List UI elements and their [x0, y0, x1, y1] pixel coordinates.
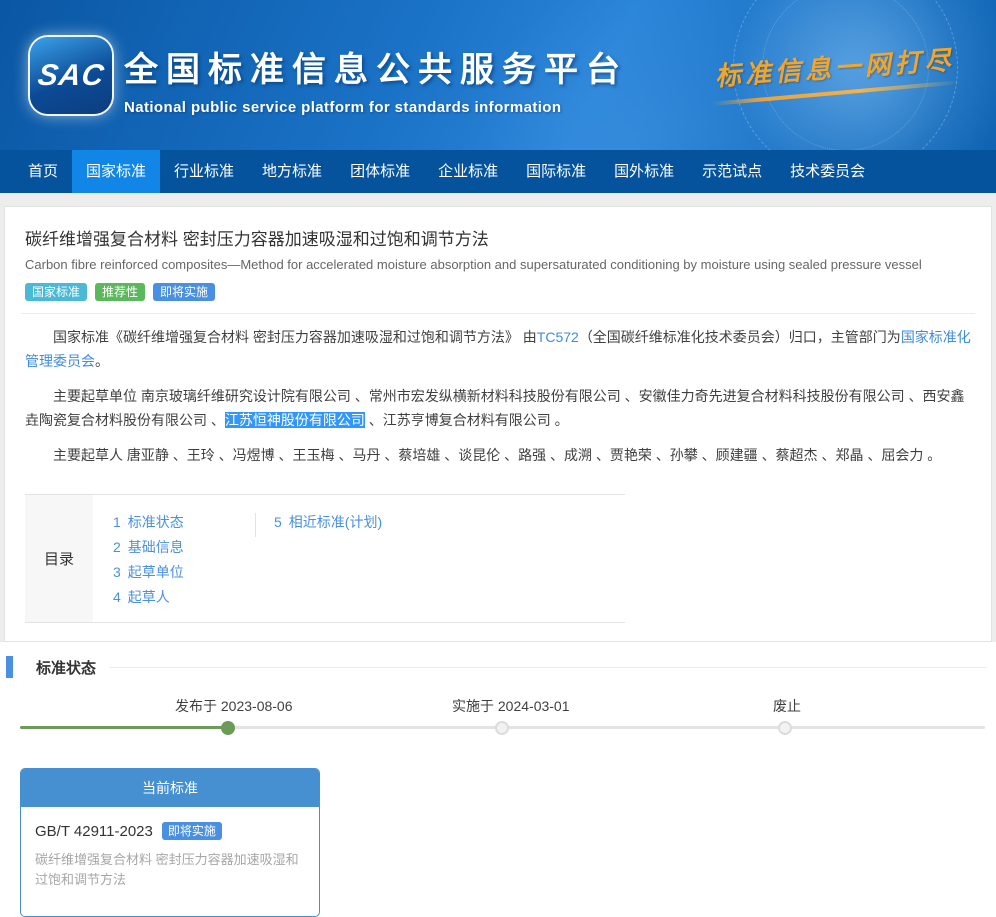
toc-item-label: 基础信息	[128, 539, 184, 555]
card-description: 碳纤维增强复合材料 密封压力容器加速吸湿和过饱和调节方法	[35, 850, 305, 890]
nav-item-group-standards[interactable]: 团体标准	[336, 150, 424, 193]
nav-item-pilot[interactable]: 示范试点	[688, 150, 776, 193]
tag-recommended: 推荐性	[95, 283, 145, 301]
site-title: 全国标准信息公共服务平台	[124, 42, 628, 91]
toc-item-label: 起草单位	[128, 564, 184, 580]
timeline-label-abolished: 废止	[773, 696, 801, 716]
divider	[21, 313, 975, 314]
toc-item-basic-info[interactable]: 2 基础信息	[113, 535, 255, 560]
tag-upcoming-implementation: 即将实施	[153, 283, 215, 301]
toc-item-label: 起草人	[128, 589, 170, 605]
toc-column-1: 1 标准状态 2 基础信息 3 起草单位 4 起草人	[113, 510, 255, 610]
nav-item-home[interactable]: 首页	[14, 150, 72, 193]
timeline-progress	[20, 726, 228, 729]
timeline-dot-abolished	[778, 721, 792, 735]
toc-item-label: 相近标准(计划)	[289, 514, 382, 530]
standard-title-en: Carbon fibre reinforced composites—Metho…	[25, 257, 975, 272]
p1-text-end: 。	[95, 353, 109, 369]
paragraph-drafters: 主要起草人 唐亚静 、王玲 、冯煜博 、王玉梅 、马丹 、蔡培雄 、谈昆伦 、路…	[25, 443, 971, 467]
current-standard-card[interactable]: 当前标准 GB/T 42911-2023 即将实施 碳纤维增强复合材料 密封压力…	[20, 768, 320, 917]
toc-item-status[interactable]: 1 标准状态	[113, 510, 255, 535]
standard-title-zh: 碳纤维增强复合材料 密封压力容器加速吸湿和过饱和调节方法	[25, 225, 975, 250]
status-section-header: 标准状态	[0, 656, 996, 678]
toc-box: 目录 1 标准状态 2 基础信息 3 起草单位 4 起草人 5 相近标准(计划)	[25, 494, 625, 623]
toc-item-num: 3	[113, 564, 121, 580]
nav-item-local-standards[interactable]: 地方标准	[248, 150, 336, 193]
toc-item-num: 1	[113, 514, 121, 530]
tc572-link[interactable]: TC572	[537, 329, 579, 345]
timeline-dot-published	[221, 721, 235, 735]
tag-national-standard: 国家标准	[25, 283, 87, 301]
site-header: SAC 全国标准信息公共服务平台 National public service…	[0, 0, 996, 150]
toc-item-similar-standards[interactable]: 5 相近标准(计划)	[274, 510, 382, 535]
timeline-label-published: 发布于 2023-08-06	[175, 696, 293, 716]
nav-item-foreign-standards[interactable]: 国外标准	[600, 150, 688, 193]
nav-item-international-standards[interactable]: 国际标准	[512, 150, 600, 193]
nav-item-enterprise-standards[interactable]: 企业标准	[424, 150, 512, 193]
nav-item-industry-standards[interactable]: 行业标准	[160, 150, 248, 193]
status-section-title: 标准状态	[36, 657, 96, 678]
card-badge-upcoming: 即将实施	[162, 822, 222, 840]
standard-tags: 国家标准 推荐性 即将实施	[25, 283, 975, 301]
toc-item-drafting-units[interactable]: 3 起草单位	[113, 560, 255, 585]
p2-text-end: 、江苏亨博复合材料有限公司 。	[365, 412, 569, 428]
toc-label: 目录	[25, 495, 93, 622]
main-wrap: 碳纤维增强复合材料 密封压力容器加速吸湿和过饱和调节方法 Carbon fibr…	[0, 193, 996, 642]
standard-code: GB/T 42911-2023	[35, 823, 153, 840]
nav-item-technical-committee[interactable]: 技术委员会	[776, 150, 879, 193]
paragraph-standard-info: 国家标准《碳纤维增强复合材料 密封压力容器加速吸湿和过饱和调节方法》 由TC57…	[25, 325, 971, 373]
site-subtitle: National public service platform for sta…	[124, 99, 628, 116]
toc-column-2: 5 相近标准(计划)	[256, 510, 382, 610]
p1-text: 国家标准《碳纤维增强复合材料 密封压力容器加速吸湿和过饱和调节方法》 由	[53, 329, 537, 345]
sac-logo: SAC	[30, 37, 112, 114]
main-nav: 首页 国家标准 行业标准 地方标准 团体标准 企业标准 国际标准 国外标准 示范…	[0, 150, 996, 193]
toc-item-num: 5	[274, 514, 282, 530]
toc-item-label: 标准状态	[128, 514, 184, 530]
toc-item-drafters[interactable]: 4 起草人	[113, 585, 255, 610]
card-header: 当前标准	[21, 769, 319, 807]
section-header-line	[109, 667, 986, 668]
highlighted-company: 江苏恒神股份有限公司	[225, 412, 365, 428]
status-section: 标准状态 发布于 2023-08-06 实施于 2024-03-01 废止 当前…	[0, 656, 996, 917]
status-timeline: 发布于 2023-08-06 实施于 2024-03-01 废止	[0, 694, 996, 754]
timeline-label-implemented: 实施于 2024-03-01	[452, 696, 570, 716]
p1-text-mid: （全国碳纤维标准化技术委员会）归口，主管部门为	[579, 329, 901, 345]
nav-item-national-standards[interactable]: 国家标准	[72, 150, 160, 193]
paragraph-drafting-units: 主要起草单位 南京玻璃纤维研究设计院有限公司 、常州市宏发纵横新材料科技股份有限…	[25, 384, 971, 432]
section-accent-bar	[6, 656, 13, 678]
toc-item-num: 2	[113, 539, 121, 555]
toc-item-num: 4	[113, 589, 121, 605]
timeline-dot-implemented	[495, 721, 509, 735]
sac-logo-text: SAC	[35, 59, 106, 93]
standard-detail-panel: 碳纤维增强复合材料 密封压力容器加速吸湿和过饱和调节方法 Carbon fibr…	[4, 206, 992, 642]
card-body: GB/T 42911-2023 即将实施 碳纤维增强复合材料 密封压力容器加速吸…	[21, 807, 319, 916]
